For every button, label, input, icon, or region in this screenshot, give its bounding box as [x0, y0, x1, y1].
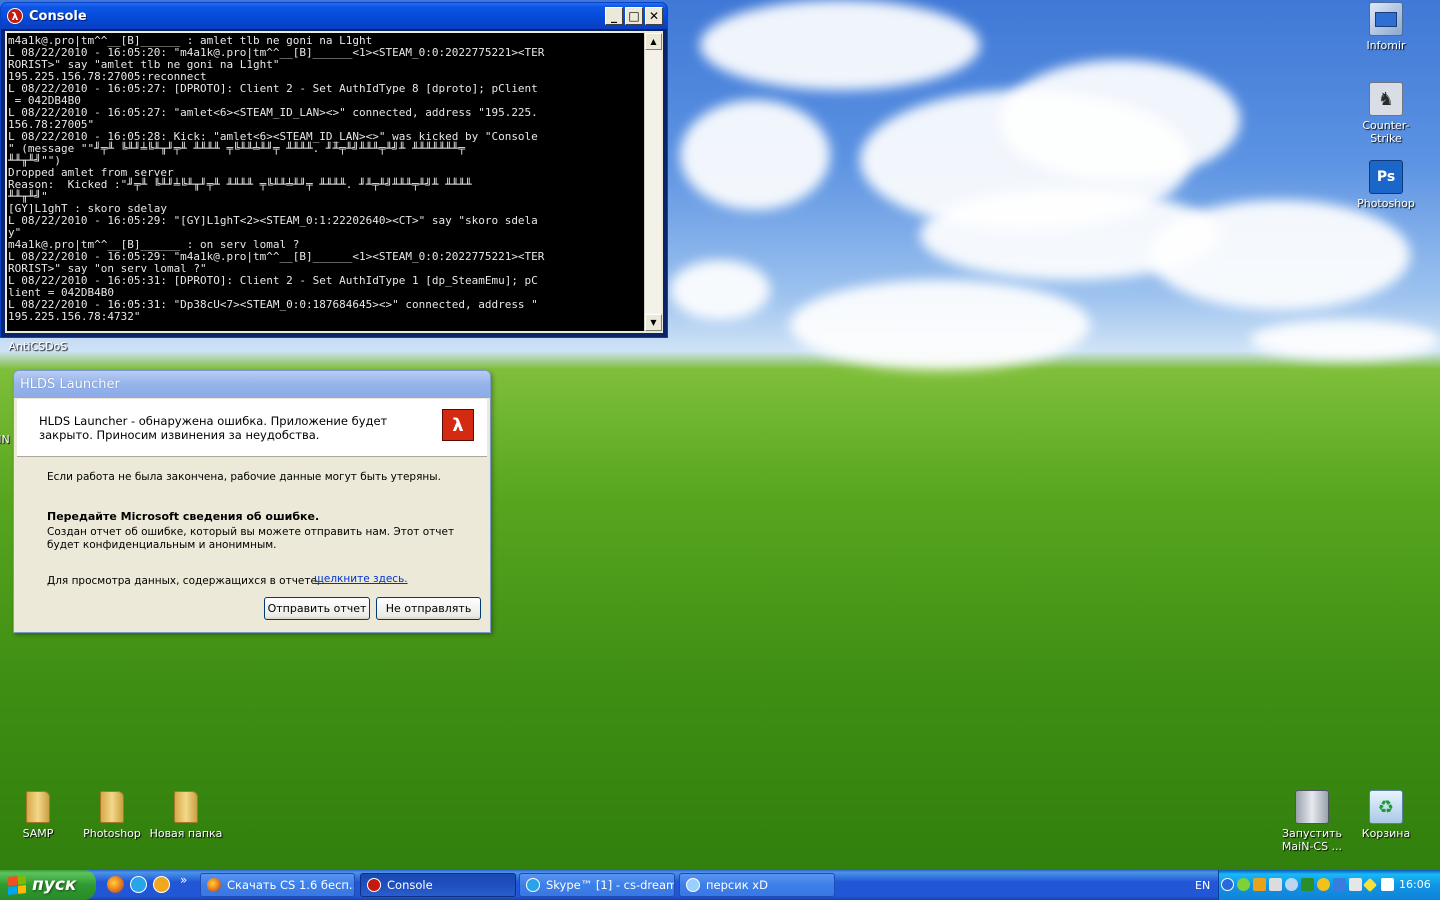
send-report-button[interactable]: Отправить отчет: [264, 597, 370, 620]
desktop-icon-label: Photoshop: [83, 827, 141, 840]
desktop-icon-label: Counter-Strike: [1362, 119, 1410, 145]
h-icon[interactable]: [1301, 878, 1314, 891]
half-life-icon: [367, 878, 381, 892]
minimize-button[interactable]: _: [605, 7, 623, 25]
task-button-browser[interactable]: Скачать CS 1.6 бесп...: [200, 873, 355, 897]
photoshop-glyph: Ps: [1376, 169, 1396, 185]
desktop-icon-counter-strike[interactable]: ♞ Counter-Strike: [1348, 82, 1424, 145]
photoshop-icon: Ps: [1369, 160, 1403, 194]
network-icon[interactable]: [1269, 878, 1282, 891]
task-label: Console: [387, 878, 433, 892]
windows-logo-icon: [8, 875, 26, 895]
console-title: Console: [29, 8, 87, 24]
chat-icon: [686, 878, 700, 892]
skype-quicklaunch-icon[interactable]: [130, 876, 147, 893]
desktop-icon-anticsdos[interactable]: AntiCSDoS: [0, 340, 76, 353]
console-window[interactable]: λ Console _ □ ✕ m4a1k@.pro|tm^^__[B]____…: [0, 2, 668, 338]
desktop-icon-infomir[interactable]: Infomir: [1348, 2, 1424, 52]
desktop-icon-label: IN: [0, 433, 10, 446]
recycle-bin-icon: ♻: [1369, 790, 1403, 824]
dialog-titlebar[interactable]: HLDS Launcher: [14, 371, 490, 398]
half-life-logo-icon: λ: [442, 409, 474, 441]
desktop-icon-photoshop[interactable]: Ps Photoshop: [1348, 160, 1424, 210]
task-label: Скачать CS 1.6 бесп...: [227, 878, 355, 892]
updates-icon[interactable]: [1317, 878, 1330, 891]
close-button[interactable]: ✕: [645, 7, 663, 25]
scroll-up-arrow-icon[interactable]: ▲: [645, 33, 662, 50]
cloud: [1250, 320, 1440, 360]
icq-icon[interactable]: [1237, 878, 1250, 891]
dialog-title: HLDS Launcher: [20, 377, 120, 392]
firefox-icon: [207, 878, 221, 892]
skype-icon: [526, 878, 540, 892]
quicklaunch-more[interactable]: »: [180, 873, 187, 887]
dialog-send-description: Создан отчет об ошибке, который вы может…: [47, 526, 455, 551]
desktop-icon-label: Новая папка: [149, 827, 223, 840]
cloud: [700, 0, 980, 90]
console-log: m4a1k@.pro|tm^^__[B]______ : amlet tlb n…: [8, 35, 545, 323]
taskbar: пуск » Скачать CS 1.6 бесп... Console Sk…: [0, 870, 1440, 900]
start-label: пуск: [32, 875, 77, 895]
desktop-icon-main-cs[interactable]: Запустить MaiN-CS ...: [1274, 790, 1350, 853]
shield-icon[interactable]: [1253, 878, 1266, 891]
dialog-send-title: Передайте Microsoft сведения об ошибке.: [47, 510, 320, 523]
task-button-chat[interactable]: персик xD: [679, 873, 835, 897]
desktop-icon-label: SAMP: [22, 827, 54, 840]
desktop-icon-label: Infomir: [1366, 39, 1406, 52]
folder-icon: [95, 790, 129, 824]
server-icon: [1295, 790, 1329, 824]
folder-icon: [21, 790, 55, 824]
speaker-icon[interactable]: [1349, 878, 1362, 891]
cloud: [790, 280, 1090, 370]
desktop-icon-label: Photoshop: [1357, 197, 1415, 210]
dialog-data-loss-text: Если работа не была закончена, рабочие д…: [47, 471, 441, 483]
desktop-icon-samp[interactable]: SAMP: [0, 790, 76, 840]
scroll-down-arrow-icon[interactable]: ▼: [645, 314, 662, 331]
system-tray: 16:06: [1218, 870, 1440, 900]
start-button[interactable]: пуск: [0, 870, 96, 900]
cloud: [680, 100, 830, 210]
cloud: [1150, 200, 1410, 310]
error-dialog[interactable]: HLDS Launcher HLDS Launcher - обнаружена…: [13, 370, 491, 633]
clock[interactable]: 16:06: [1399, 878, 1431, 891]
desktop-icon-label: Запустить MaiN-CS ...: [1281, 827, 1343, 853]
firefox-quicklaunch-icon[interactable]: [107, 876, 124, 893]
desktop-icon-recycle-bin[interactable]: ♻ Корзина: [1348, 790, 1424, 840]
dialog-view-text: Для просмотра данных, содержащихся в отч…: [47, 575, 321, 587]
console-scrollbar[interactable]: ▲ ▼: [644, 33, 662, 331]
printer-icon[interactable]: [1381, 878, 1394, 891]
task-label: Skype™ [1] - cs-dreams: [546, 878, 675, 892]
desktop-icon-label: AntiCSDoS: [8, 340, 68, 353]
cloud: [670, 260, 770, 320]
warning-icon[interactable]: [1362, 877, 1378, 893]
bluetooth-icon[interactable]: [1285, 878, 1298, 891]
dialog-header: HLDS Launcher - обнаружена ошибка. Прило…: [17, 399, 487, 457]
cloud: [1000, 60, 1240, 180]
tray-expand-icon[interactable]: [1221, 878, 1234, 891]
task-label: персик xD: [706, 878, 768, 892]
desktop-icon-photoshop-folder[interactable]: Photoshop: [74, 790, 150, 840]
console-output-area[interactable]: m4a1k@.pro|tm^^__[B]______ : amlet tlb n…: [5, 31, 663, 333]
counter-strike-icon: ♞: [1369, 82, 1403, 116]
dont-send-button[interactable]: Не отправлять: [376, 597, 481, 620]
task-button-skype[interactable]: Skype™ [1] - cs-dreams: [519, 873, 675, 897]
skype-tray-icon[interactable]: [1333, 878, 1346, 891]
console-titlebar[interactable]: λ Console _ □ ✕: [1, 3, 667, 29]
language-indicator[interactable]: EN: [1195, 879, 1210, 892]
maximize-button[interactable]: □: [625, 7, 643, 25]
desktop-icon-new-folder[interactable]: Новая папка: [148, 790, 224, 840]
computer-icon: [1369, 2, 1403, 36]
task-button-console[interactable]: Console: [360, 873, 516, 897]
desktop-icon-label: Корзина: [1361, 827, 1411, 840]
folder-icon: [169, 790, 203, 824]
view-report-link[interactable]: щелкните здесь.: [314, 573, 408, 585]
half-life-icon: λ: [7, 8, 23, 24]
dialog-heading: HLDS Launcher - обнаружена ошибка. Прило…: [39, 414, 388, 442]
aimp-quicklaunch-icon[interactable]: [153, 876, 170, 893]
